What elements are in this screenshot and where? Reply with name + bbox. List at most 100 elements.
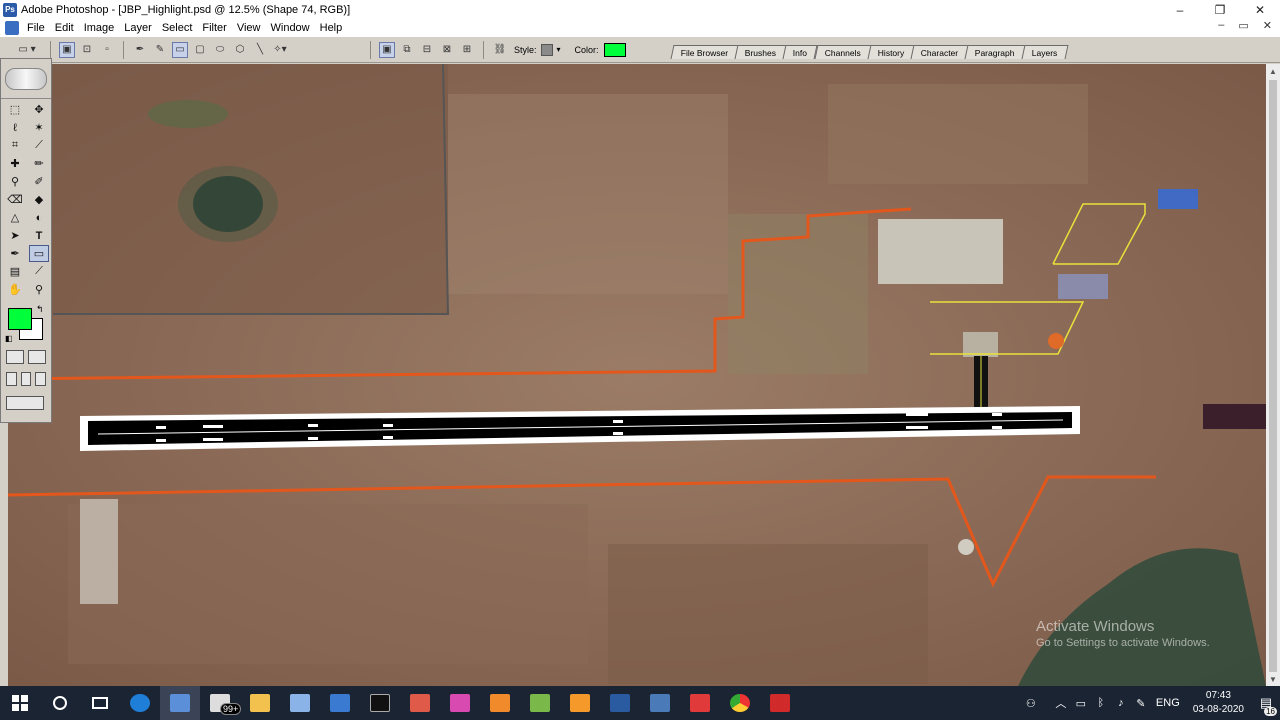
create-new-shape-button[interactable]: ▣: [379, 41, 395, 58]
history-brush-icon[interactable]: ✐: [29, 173, 49, 190]
hand-tool-icon[interactable]: ✋: [5, 281, 25, 298]
menu-help[interactable]: Help: [316, 22, 349, 34]
clock[interactable]: 07:43 03-08-2020: [1193, 689, 1244, 717]
tab-character[interactable]: Character: [910, 45, 969, 59]
magic-wand-icon[interactable]: ✶: [29, 119, 49, 136]
rectangle-shape-icon[interactable]: ▭: [172, 41, 188, 58]
menu-file[interactable]: File: [23, 22, 51, 34]
tab-info[interactable]: Info: [782, 45, 819, 59]
language-indicator[interactable]: ENG: [1151, 697, 1185, 709]
scroll-thumb[interactable]: [1269, 80, 1277, 672]
doc-close-button[interactable]: ✕: [1263, 19, 1272, 32]
type-tool-icon[interactable]: T: [29, 227, 49, 244]
toolbox-header[interactable]: [1, 59, 51, 99]
sublime-text-icon[interactable]: [560, 686, 600, 720]
pen-tool-icon[interactable]: ✒: [5, 245, 25, 262]
dodge-tool-icon[interactable]: ◐: [29, 209, 49, 226]
intersect-shape-button[interactable]: ⊠: [439, 42, 455, 58]
document-icon[interactable]: [5, 21, 19, 35]
remote-desktop-icon[interactable]: [320, 686, 360, 720]
line-icon[interactable]: ╲: [252, 42, 268, 58]
document-canvas[interactable]: Activate Windows Go to Settings to activ…: [8, 64, 1266, 686]
tab-paragraph[interactable]: Paragraph: [964, 45, 1026, 59]
pen-workspace-icon[interactable]: ✎: [1131, 697, 1151, 710]
tab-channels[interactable]: Channels: [814, 45, 872, 59]
mail-icon[interactable]: 99+: [200, 686, 242, 720]
shape-layers-mode-button[interactable]: ▣: [59, 41, 75, 58]
menu-window[interactable]: Window: [267, 22, 316, 34]
zoom-tool-icon[interactable]: ⚲: [29, 281, 49, 298]
tab-layers[interactable]: Layers: [1021, 45, 1069, 59]
slice-tool-icon[interactable]: ⟋: [29, 137, 49, 154]
subtract-shape-button[interactable]: ⊟: [419, 42, 435, 58]
show-hidden-icons-icon[interactable]: ︿: [1051, 695, 1071, 711]
tab-history[interactable]: History: [867, 45, 915, 59]
network-icon[interactable]: ▭: [1071, 697, 1091, 710]
menu-filter[interactable]: Filter: [198, 22, 232, 34]
marquee-tool-icon[interactable]: ⬚: [5, 101, 25, 118]
exclude-shape-button[interactable]: ⊞: [459, 42, 475, 58]
standard-mode-icon[interactable]: [6, 350, 24, 364]
notes-app-icon[interactable]: [280, 686, 320, 720]
menu-image[interactable]: Image: [80, 22, 121, 34]
ellipse-icon[interactable]: ⬭: [212, 42, 228, 58]
minimize-button[interactable]: –: [1160, 0, 1200, 19]
notes-tool-icon[interactable]: ▤: [5, 263, 25, 280]
rounded-rectangle-icon[interactable]: ▢: [192, 42, 208, 58]
network-tool-icon[interactable]: [640, 686, 680, 720]
pen-tool-icon[interactable]: ✒: [132, 42, 148, 58]
paint-bucket-icon[interactable]: ◆: [29, 191, 49, 208]
crop-tool-icon[interactable]: ⌗: [5, 137, 25, 154]
eraser-tool-icon[interactable]: ⌫: [5, 191, 25, 208]
blur-tool-icon[interactable]: △: [5, 209, 25, 226]
app-icon-red[interactable]: [400, 686, 440, 720]
photoshop-taskbar-icon[interactable]: [160, 686, 200, 720]
custom-shape-icon[interactable]: ✧▾: [272, 42, 288, 58]
polygon-icon[interactable]: ⬡: [232, 42, 248, 58]
xampp-icon[interactable]: [480, 686, 520, 720]
people-icon[interactable]: ⚇: [1021, 697, 1041, 710]
notepad-plus-icon[interactable]: [520, 686, 560, 720]
bluetooth-icon[interactable]: ᛒ: [1091, 697, 1111, 709]
style-dropdown-icon[interactable]: ▾: [557, 45, 561, 54]
full-screen-menu-icon[interactable]: [20, 372, 32, 386]
tab-file-browser[interactable]: File Browser: [670, 45, 739, 59]
rectangle-tool-icon[interactable]: ▭: [29, 245, 49, 262]
acrobat-icon[interactable]: [760, 686, 800, 720]
menu-layer[interactable]: Layer: [120, 22, 158, 34]
menu-edit[interactable]: Edit: [51, 22, 80, 34]
full-screen-mode-icon[interactable]: [35, 372, 47, 386]
search-icon[interactable]: [40, 686, 80, 720]
healing-brush-icon[interactable]: ✚: [5, 155, 25, 172]
task-view-icon[interactable]: [80, 686, 120, 720]
vertical-scrollbar[interactable]: ▲ ▼: [1266, 64, 1280, 686]
freeform-pen-icon[interactable]: ✎: [152, 42, 168, 58]
default-colors-icon[interactable]: ◧: [5, 334, 13, 343]
doc-minimize-button[interactable]: –: [1218, 19, 1224, 32]
vm-icon[interactable]: [600, 686, 640, 720]
add-to-shape-button[interactable]: ⧉: [399, 42, 415, 58]
style-swatch[interactable]: [540, 43, 553, 56]
lasso-tool-icon[interactable]: ℓ: [5, 119, 25, 136]
scroll-up-icon[interactable]: ▲: [1266, 64, 1280, 78]
volume-icon[interactable]: ♪: [1111, 697, 1131, 709]
file-explorer-icon[interactable]: [240, 686, 280, 720]
anydesk-icon[interactable]: [680, 686, 720, 720]
eyedropper-icon[interactable]: ⟋: [29, 263, 49, 280]
fill-pixels-mode-button[interactable]: ▫: [99, 42, 115, 58]
swap-colors-icon[interactable]: ↰: [36, 304, 44, 315]
jump-to-imageready-icon[interactable]: [6, 396, 44, 410]
paths-mode-button[interactable]: ⊡: [79, 42, 95, 58]
scroll-down-icon[interactable]: ▼: [1266, 672, 1280, 686]
move-tool-icon[interactable]: ✥: [29, 101, 49, 118]
tool-preset-picker[interactable]: ▭ ▾: [12, 42, 42, 58]
link-icon[interactable]: ⛓: [492, 42, 508, 58]
color-swatch[interactable]: [603, 42, 626, 57]
edge-browser-icon[interactable]: [120, 686, 160, 720]
chrome-icon[interactable]: [720, 686, 760, 720]
menu-view[interactable]: View: [233, 22, 267, 34]
terminal-icon[interactable]: [360, 686, 400, 720]
action-center-icon[interactable]: ▤ 16: [1252, 686, 1280, 720]
foreground-color-swatch[interactable]: [8, 308, 32, 330]
path-selection-icon[interactable]: ➤: [5, 227, 25, 244]
